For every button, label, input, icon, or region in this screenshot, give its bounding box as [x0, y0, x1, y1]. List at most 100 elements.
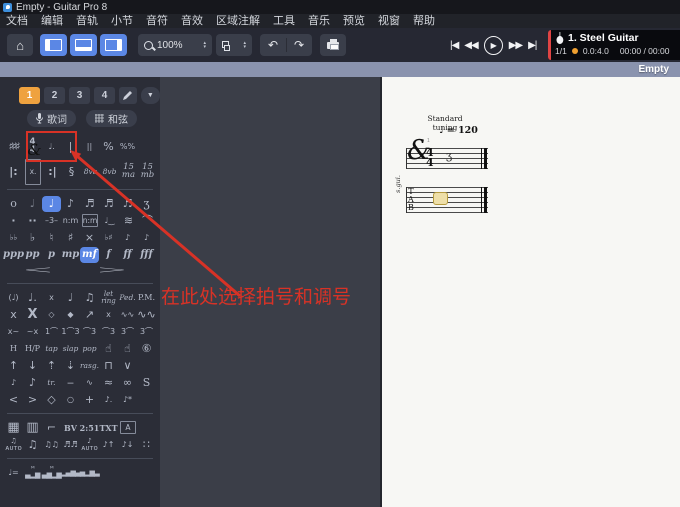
sharp-button[interactable]: ♯	[61, 230, 80, 246]
arpeggio-up-button[interactable]: ⇡	[42, 358, 61, 374]
master-automation-button[interactable]: ᴹ ▄▆▂▆	[42, 465, 62, 481]
ghost-note-button[interactable]: (♩)	[4, 290, 23, 306]
decrescendo-button[interactable]: >	[28, 262, 160, 280]
edit-palette-button[interactable]	[119, 87, 137, 104]
grace-before-beat-button[interactable]: ♪	[118, 230, 137, 246]
tempo-automation-button[interactable]: ♩=	[4, 465, 23, 481]
tremolo-button[interactable]: ∞	[118, 375, 137, 391]
shift-slide-button[interactable]: 1⌒	[42, 324, 61, 340]
collapse-palette-button[interactable]: ▼	[140, 87, 160, 104]
brush-down-button[interactable]: ↓	[23, 358, 42, 374]
tie-button[interactable]: ♩‿	[100, 213, 119, 229]
chords-button[interactable]: 和弦	[86, 110, 137, 127]
beam-auto-button[interactable]: ♫ ᴀᴜᴛᴏ	[4, 437, 23, 453]
level-meter-button[interactable]: ▅▂▆▃	[80, 465, 100, 481]
stem-auto-button[interactable]: ♪ ᴀᴜᴛᴏ	[80, 437, 99, 453]
beam-group-button[interactable]: ♬♬	[61, 437, 80, 453]
note-decrescendo-button[interactable]: >	[23, 392, 42, 408]
chord-grid-button[interactable]: ▥	[23, 420, 42, 436]
document-tab-empty[interactable]: Empty	[638, 64, 669, 75]
double-sharp-button[interactable]: ×	[80, 230, 99, 246]
menu-item-9[interactable]: 音乐	[308, 14, 330, 28]
trill-note-button[interactable]: ♪	[23, 375, 42, 391]
artificial-harmonic-button[interactable]: ◆	[61, 307, 80, 323]
ottava-alta-button[interactable]: 8va	[81, 160, 100, 184]
ottava-bassa-button[interactable]: 8vb	[100, 160, 119, 184]
tap-button[interactable]: tap	[42, 341, 61, 357]
double-dot-button[interactable]: ··	[23, 213, 42, 229]
rasgueado-button[interactable]: rasg.	[80, 358, 99, 374]
fast-forward-button[interactable]: ▶▶	[509, 40, 523, 51]
palette-tab-4[interactable]: 4	[94, 87, 115, 104]
wah-open-button[interactable]: ○	[61, 392, 80, 408]
trill-button[interactable]: tr.	[42, 375, 61, 391]
slide-out-up-button[interactable]: ⌒3	[99, 324, 118, 340]
view-panel-left-button[interactable]	[40, 34, 67, 56]
p-button[interactable]: p	[42, 247, 61, 263]
menu-item-3[interactable]: 音轨	[76, 14, 98, 28]
menu-item-8[interactable]: 工具	[273, 14, 295, 28]
zoom-spinner-icon[interactable]: ▴ ▾	[203, 41, 206, 50]
augmentation-dot-button[interactable]: ·	[4, 213, 23, 229]
quarter-note-button[interactable]: ♩	[42, 195, 61, 212]
quindicesima-alta-button[interactable]: 15 ma	[119, 160, 138, 184]
key-signature-button[interactable]: ♯♯♯	[4, 135, 23, 159]
palm-mute-button[interactable]: P.M.	[137, 290, 156, 306]
eighth-note-button[interactable]: ♪	[61, 196, 80, 212]
track-panel[interactable]: 1. Steel Guitar 1/1 0.0:4.0 00:00 / 00:0…	[548, 30, 680, 60]
go-to-start-button[interactable]: |◀	[450, 40, 459, 51]
instrument-automation-button[interactable]: ᴹ ▄▂▆	[23, 465, 42, 481]
menu-item-2[interactable]: 编辑	[41, 14, 63, 28]
go-to-end-button[interactable]: ▶|	[528, 40, 537, 51]
text-button[interactable]: TXT	[99, 420, 118, 436]
pp-button[interactable]: pp	[23, 247, 42, 263]
bend-button[interactable]: ↗	[80, 307, 99, 323]
natural-button[interactable]: ♮	[42, 230, 61, 246]
stem-down-button[interactable]: ♪↓	[118, 437, 137, 453]
sixteenth-note-button[interactable]: ♬	[80, 196, 99, 212]
double-simile-button[interactable]: %%	[118, 135, 137, 159]
section-marker-button[interactable]: A	[120, 421, 136, 434]
sixty-fourth-note-button[interactable]: ♬	[118, 196, 137, 212]
repeat-open-button[interactable]: |:	[4, 160, 23, 184]
legato-slide-button[interactable]: 1⌒3	[61, 324, 80, 340]
menu-item-6[interactable]: 音效	[181, 14, 203, 28]
stem-up-button[interactable]: ♪↑	[99, 437, 118, 453]
mp-button[interactable]: mp	[61, 247, 80, 263]
rewind-button[interactable]: ◀◀	[464, 40, 478, 51]
rest-button[interactable]: ʒ	[137, 196, 156, 212]
left-hand-tap-button[interactable]: ☝	[99, 341, 118, 357]
menu-item-10[interactable]: 预览	[343, 14, 365, 28]
thirty-second-note-button[interactable]: ♬	[99, 196, 118, 212]
pop-button[interactable]: pop	[80, 341, 99, 357]
ornament-star-button[interactable]: ♪*	[118, 392, 137, 408]
slide-out-down-button[interactable]: ⌒3	[80, 324, 99, 340]
natural-harmonic-button[interactable]: ◇	[42, 307, 61, 323]
repeat-close-button[interactable]: :|	[43, 160, 62, 184]
golpe-button[interactable]: ⑥	[137, 341, 156, 357]
volume-meter-button[interactable]: ▂▄▆▄	[61, 465, 81, 481]
turn-button[interactable]: S	[137, 375, 156, 391]
view-panel-right-button[interactable]	[100, 34, 127, 56]
play-button[interactable]: ▶	[483, 35, 503, 55]
voice-view-button[interactable]: ∷	[137, 437, 156, 453]
let-ring-button[interactable]: let ring	[99, 290, 118, 306]
zoom-control[interactable]: 100% ▴ ▾	[138, 34, 212, 56]
menu-item-7[interactable]: 区域注解	[216, 14, 260, 28]
timer-button[interactable]: 2:51	[80, 420, 100, 436]
segno-button[interactable]: §	[62, 160, 81, 184]
dead-note-button[interactable]: x	[42, 290, 61, 306]
pedal-button[interactable]: Ped.	[118, 290, 137, 306]
menu-item-4[interactable]: 小节	[111, 14, 133, 28]
mute-x-button[interactable]: x	[4, 307, 23, 323]
wide-vibrato-button[interactable]: ∿∿	[137, 307, 156, 323]
barre-button[interactable]: BV	[61, 420, 80, 436]
menu-item-11[interactable]: 视窗	[378, 14, 400, 28]
score-page[interactable]: Standard tuning ♩ = 120 1 & 4 4 ʒ s.gui.…	[380, 77, 680, 507]
tremolo-slash-button[interactable]: ‒	[61, 375, 80, 391]
beam-split-button[interactable]: ♫♫	[42, 437, 61, 453]
half-note-button[interactable]: ♩	[23, 196, 42, 212]
ppp-button[interactable]: ppp	[3, 247, 24, 263]
vibrato-button[interactable]: ∿∿	[118, 307, 137, 323]
hammer-on-button[interactable]: H	[4, 341, 23, 357]
